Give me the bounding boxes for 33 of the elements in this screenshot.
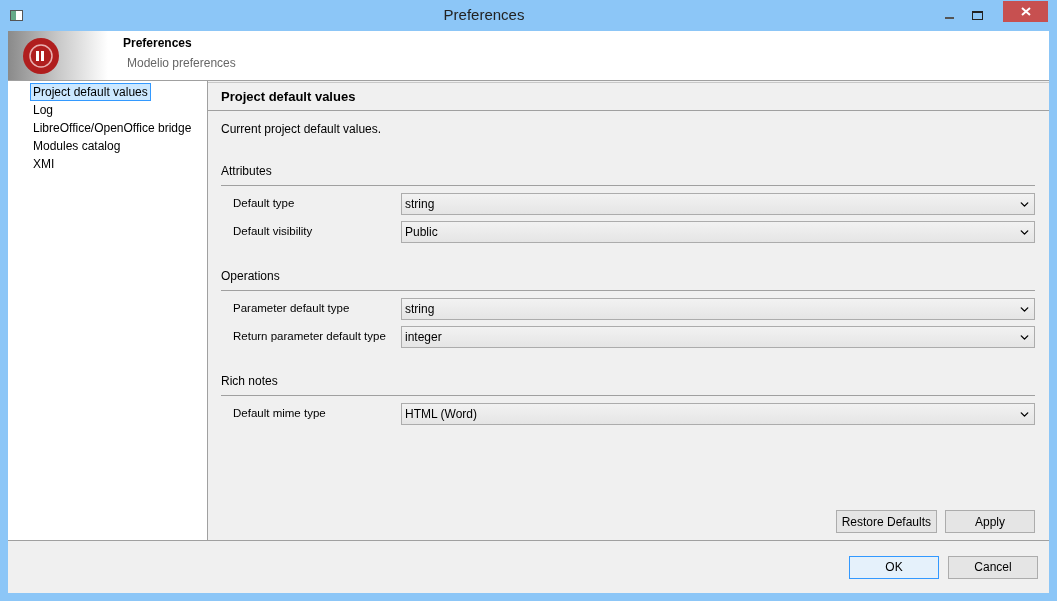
sidebar-item[interactable]: Modules catalog [30,137,124,155]
dropdown[interactable]: string [401,193,1035,215]
dialog-button[interactable]: OK [849,555,939,579]
sidebar-item[interactable]: Project default values [30,83,151,101]
page-button[interactable]: Restore Defaults [835,510,937,533]
header-subtitle: Modelio preferences [127,55,236,72]
close-button[interactable] [1003,1,1048,22]
dialog-button[interactable]: Cancel [948,555,1038,579]
dropdown[interactable]: string [401,298,1035,320]
page-button[interactable]: Apply [945,510,1035,533]
sidebar-item[interactable]: XMI [30,155,58,173]
sidebar-item[interactable]: LibreOffice/OpenOffice bridge [30,119,195,137]
sidebar-item[interactable]: Log [30,101,57,119]
page-description: Current project default values. [221,121,383,138]
dropdown[interactable]: integer [401,326,1035,348]
section-title: Attributes [221,163,273,180]
field-label: Default type [232,196,296,212]
window-icon [10,10,23,21]
field-label: Parameter default type [232,301,351,317]
field-label: Default mime type [232,406,327,422]
section-title: Operations [221,268,281,285]
dropdown[interactable]: HTML (Word) [401,403,1035,425]
field-label: Return parameter default type [232,329,387,345]
minimize-icon[interactable] [945,16,954,19]
page-title: Project default values [221,87,356,106]
logo-icon [22,36,60,75]
section-title: Rich notes [221,373,279,390]
window-title: Preferences [443,5,525,26]
header-title: Preferences [123,35,193,52]
maximize-icon[interactable] [972,11,983,20]
dropdown[interactable]: Public [401,221,1035,243]
field-label: Default visibility [232,224,314,240]
close-icon [1020,7,1031,16]
